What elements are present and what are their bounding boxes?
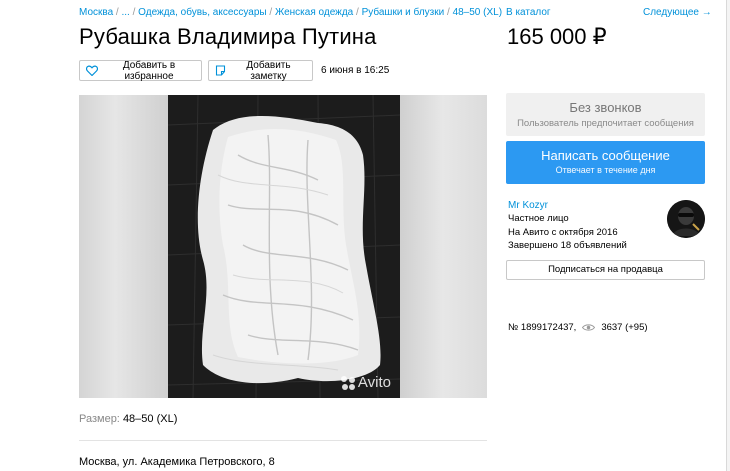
no-calls-panel: Без звонков Пользователь предпочитает со… <box>506 93 705 136</box>
no-calls-subtitle: Пользователь предпочитает сообщения <box>517 118 694 129</box>
write-message-label: Написать сообщение <box>541 148 670 163</box>
heart-icon <box>86 65 98 76</box>
size-label: Размер: <box>79 413 120 425</box>
breadcrumb-separator: / <box>353 7 362 18</box>
views-count: 3637 (+95) <box>601 322 648 333</box>
seller-avatar[interactable] <box>667 200 705 238</box>
avito-watermark: Avito <box>340 374 391 391</box>
add-note-button[interactable]: Добавить заметку <box>208 59 313 82</box>
avito-logo-icon <box>340 375 355 390</box>
eye-icon <box>582 323 596 332</box>
next-listing-link[interactable]: Следующее → <box>643 7 712 18</box>
price: 165 000 ₽ <box>507 24 607 49</box>
breadcrumb-item-womens[interactable]: Женская одежда <box>275 7 353 18</box>
catalog-link[interactable]: В каталог <box>506 7 551 18</box>
published-date: 6 июня в 16:25 <box>321 65 390 76</box>
seller-completed: Завершено 18 объявлений <box>508 240 627 251</box>
item-stats: № 1899172437, 3637 (+95) <box>508 322 648 333</box>
response-time-label: Отвечает в течение дня <box>555 165 656 175</box>
no-calls-title: Без звонков <box>569 100 642 115</box>
address: Москва, ул. Академика Петровского, 8 <box>79 456 275 468</box>
breadcrumb-separator: / <box>266 7 275 18</box>
breadcrumb-item-city[interactable]: Москва <box>79 7 113 18</box>
divider <box>79 440 487 441</box>
page-title: Рубашка Владимира Путина <box>79 24 377 49</box>
photo-blur-right <box>399 95 487 398</box>
seller-since: На Авито с октября 2016 <box>508 227 618 238</box>
breadcrumb: Москва / ... / Одежда, обувь, аксессуары… <box>79 7 502 18</box>
size-row: Размер: 48–50 (XL) <box>79 413 177 425</box>
seller-name-link[interactable]: Mr Kozyr <box>508 200 548 211</box>
size-value: 48–50 (XL) <box>122 413 178 425</box>
watermark-text: Avito <box>357 374 391 391</box>
note-icon <box>215 65 226 76</box>
breadcrumb-separator: / <box>129 7 139 18</box>
scrollbar[interactable] <box>726 0 730 471</box>
item-number: № 1899172437, <box>508 322 577 333</box>
breadcrumb-item-clothing[interactable]: Одежда, обувь, аксессуары <box>138 7 266 18</box>
add-to-favorites-label: Добавить в избранное <box>122 59 176 82</box>
breadcrumb-item-shirts[interactable]: Рубашки и блузки <box>362 7 445 18</box>
product-photo[interactable] <box>168 95 400 398</box>
write-message-button[interactable]: Написать сообщение Отвечает в течение дн… <box>506 141 705 184</box>
breadcrumb-item-ellipsis[interactable]: ... <box>121 7 129 18</box>
breadcrumb-item-size[interactable]: 48–50 (XL) <box>453 7 502 18</box>
photo-blur-left <box>79 95 169 398</box>
breadcrumb-separator: / <box>444 7 453 18</box>
seller-type: Частное лицо <box>508 213 569 224</box>
photo-gallery[interactable]: Avito <box>79 95 487 398</box>
subscribe-to-seller-button[interactable]: Подписаться на продавца <box>506 260 705 280</box>
add-to-favorites-button[interactable]: Добавить в избранное <box>79 59 202 82</box>
add-note-label: Добавить заметку <box>246 59 291 82</box>
